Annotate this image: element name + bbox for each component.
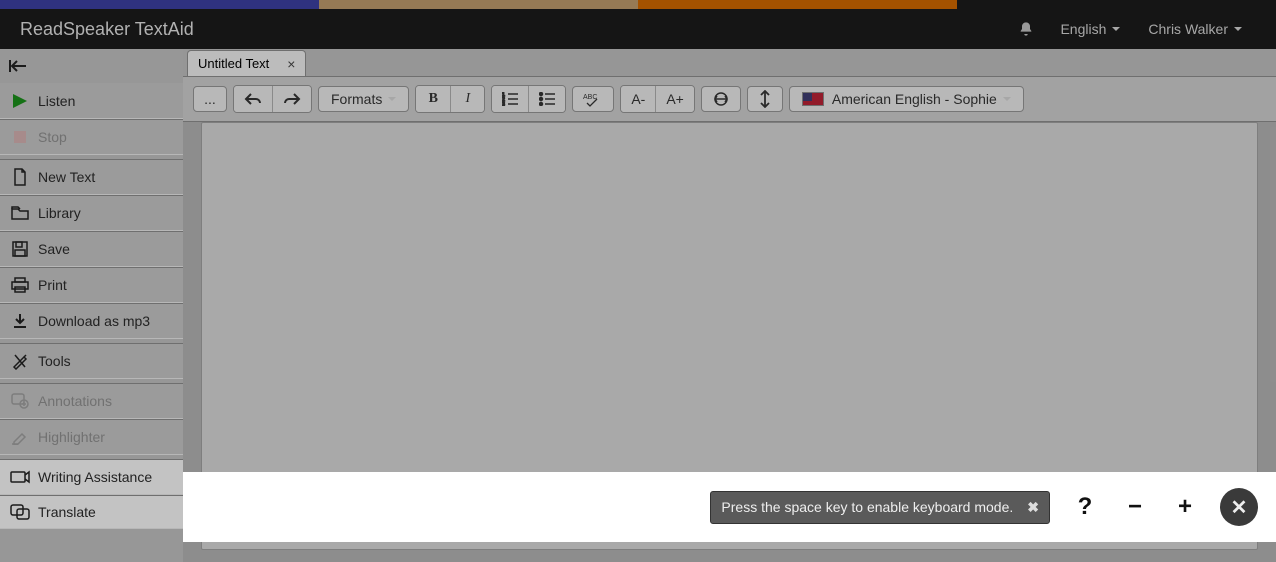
- sidebar-item-newtext[interactable]: New Text: [0, 159, 183, 195]
- keyboard-mode-tooltip: Press the space key to enable keyboard m…: [710, 491, 1050, 524]
- user-name: Chris Walker: [1148, 21, 1228, 37]
- sidebar-item-stop[interactable]: Stop: [0, 119, 183, 155]
- spellcheck-button[interactable]: ABC: [572, 86, 614, 112]
- close-overlay-button[interactable]: ✕: [1220, 488, 1258, 526]
- chevron-down-icon: [388, 97, 396, 101]
- app-header: ReadSpeaker TextAid English Chris Walker: [0, 9, 1276, 49]
- sidebar-item-writing-assistance[interactable]: Writing Assistance: [0, 459, 183, 495]
- us-flag-icon: [802, 92, 824, 106]
- sidebar-item-listen[interactable]: Listen: [0, 83, 183, 119]
- sidebar-item-library[interactable]: Library: [0, 195, 183, 231]
- folder-icon: [10, 203, 30, 223]
- tooltip-text: Press the space key to enable keyboard m…: [721, 499, 1013, 515]
- sidebar-item-tools[interactable]: Tools: [0, 343, 183, 379]
- stop-icon: [10, 127, 30, 147]
- print-icon: [10, 275, 30, 295]
- language-label: English: [1060, 21, 1106, 37]
- chevron-down-icon: [1112, 27, 1120, 31]
- sidebar-item-highlighter[interactable]: Highlighter: [0, 419, 183, 455]
- sidebar-item-label: Library: [38, 205, 81, 221]
- font-increase-button[interactable]: A+: [655, 86, 694, 112]
- editor-toolbar: ... Formats B I 123: [183, 77, 1276, 122]
- bullet-list-button[interactable]: [528, 86, 565, 112]
- sidebar-item-download[interactable]: Download as mp3: [0, 303, 183, 339]
- sidebar-item-translate[interactable]: Translate: [0, 495, 183, 529]
- chevron-down-icon: [1234, 27, 1242, 31]
- translate-icon: [10, 502, 30, 522]
- help-button[interactable]: ?: [1070, 493, 1100, 521]
- document-icon: [10, 167, 30, 187]
- sidebar-item-label: Stop: [38, 129, 67, 145]
- sidebar-item-label: Download as mp3: [38, 313, 150, 329]
- redo-button[interactable]: [272, 86, 311, 112]
- voice-dropdown[interactable]: American English - Sophie: [789, 86, 1024, 112]
- close-tab-icon[interactable]: ×: [287, 56, 295, 72]
- sidebar-item-annotations[interactable]: Annotations: [0, 383, 183, 419]
- page-width-button[interactable]: [701, 86, 741, 112]
- formats-dropdown[interactable]: Formats: [318, 86, 409, 112]
- sidebar-item-save[interactable]: Save: [0, 231, 183, 267]
- save-icon: [10, 239, 30, 259]
- sidebar-item-label: Save: [38, 241, 70, 257]
- highlighter-icon: [10, 427, 30, 447]
- sidebar-item-label: Listen: [38, 93, 75, 109]
- sidebar-item-print[interactable]: Print: [0, 267, 183, 303]
- app-title: ReadSpeaker TextAid: [20, 19, 194, 40]
- notifications-icon[interactable]: [1018, 21, 1046, 37]
- sidebar-item-label: Translate: [38, 504, 96, 520]
- numbered-list-button[interactable]: 123: [492, 86, 528, 112]
- sidebar-item-label: Annotations: [38, 393, 112, 409]
- collapse-sidebar-button[interactable]: [0, 49, 183, 83]
- document-tabs: Untitled Text ×: [183, 49, 1276, 77]
- undo-button[interactable]: [234, 86, 272, 112]
- user-menu[interactable]: Chris Walker: [1134, 21, 1256, 37]
- bold-button[interactable]: B: [416, 86, 450, 112]
- sidebar-item-label: New Text: [38, 169, 95, 185]
- voice-label: American English - Sophie: [832, 91, 997, 107]
- sidebar-item-label: Tools: [38, 353, 71, 369]
- play-icon: [10, 91, 30, 111]
- more-button[interactable]: ...: [193, 86, 227, 112]
- zoom-in-button[interactable]: +: [1170, 493, 1200, 521]
- svg-text:3: 3: [502, 102, 505, 106]
- language-menu[interactable]: English: [1046, 21, 1134, 37]
- sidebar-item-label: Highlighter: [38, 429, 105, 445]
- sidebar-item-label: Print: [38, 277, 67, 293]
- line-height-button[interactable]: [747, 86, 783, 112]
- tooltip-close-icon[interactable]: ✖: [1027, 499, 1039, 516]
- italic-button[interactable]: I: [450, 86, 484, 112]
- tools-icon: [10, 351, 30, 371]
- annotations-icon: [10, 391, 30, 411]
- font-decrease-button[interactable]: A-: [621, 86, 655, 112]
- sidebar-item-label: Writing Assistance: [38, 469, 152, 485]
- assistance-overlay-bar: Press the space key to enable keyboard m…: [183, 472, 1276, 542]
- tab-title: Untitled Text: [198, 56, 269, 71]
- download-icon: [10, 311, 30, 331]
- chevron-down-icon: [1003, 97, 1011, 101]
- writing-assistance-icon: [10, 467, 30, 487]
- document-tab[interactable]: Untitled Text ×: [187, 50, 306, 76]
- brand-color-strip: [0, 0, 1276, 9]
- zoom-out-button[interactable]: −: [1120, 493, 1150, 521]
- formats-label: Formats: [331, 91, 382, 107]
- sidebar: Listen Stop New Text Library Save: [0, 49, 183, 562]
